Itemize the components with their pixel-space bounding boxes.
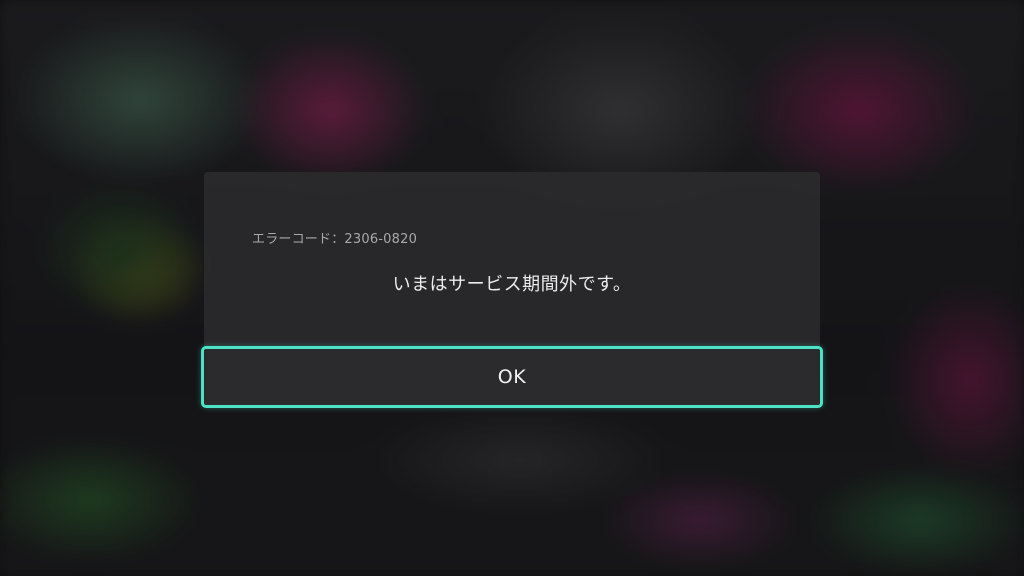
ok-button-label: OK (497, 366, 527, 388)
ok-button[interactable]: OK (201, 346, 823, 408)
error-screen: エラーコード：2306-0820 いまはサービス期間外です。 OK (0, 0, 1024, 576)
error-dialog: エラーコード：2306-0820 いまはサービス期間外です。 (204, 172, 820, 350)
error-message: いまはサービス期間外です。 (392, 274, 632, 295)
error-code-label: エラーコード：2306-0820 (252, 232, 418, 247)
